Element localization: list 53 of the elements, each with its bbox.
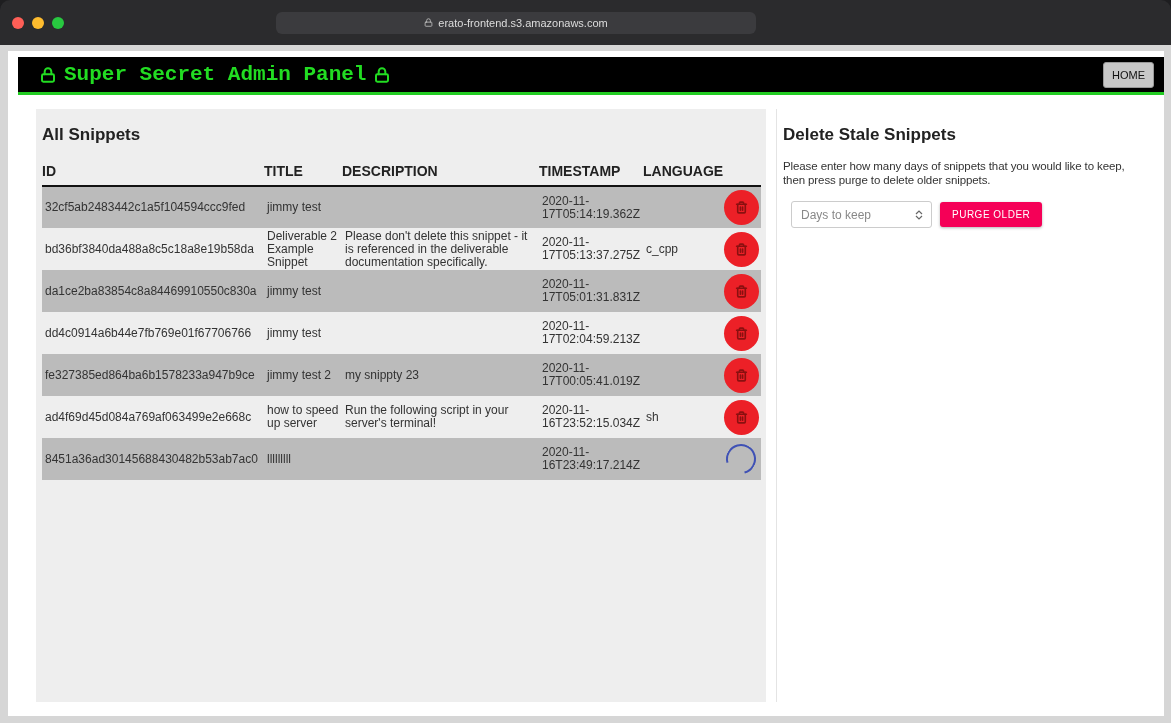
- delete-button[interactable]: [724, 315, 759, 351]
- trash-icon: [735, 201, 748, 214]
- table-cell: 2020-11-17T05:01:31.831Z: [539, 270, 643, 312]
- maximize-window-icon[interactable]: [52, 16, 64, 29]
- table-cell: lllllllll: [264, 438, 342, 480]
- table-cell: ad4f69d45d084a769af063499e2e668c: [42, 396, 264, 438]
- table-cell: jimmy test 2: [264, 354, 342, 396]
- table-cell: jimmy test: [264, 312, 342, 354]
- table-cell: Please don't delete this snippet - it is referenced in the deliverable documentation specifically.: [342, 228, 539, 270]
- lock-icon: [424, 18, 434, 27]
- table-cell: dd4c0914a6b44e7fb769e01f67706766: [42, 312, 264, 354]
- panel-title: Super Secret Admin Panel: [40, 63, 391, 86]
- delete-button[interactable]: [724, 231, 759, 267]
- table-cell: fe327385ed864ba6b1578233a947b9ce: [42, 354, 264, 396]
- table-cell: 32cf5ab2483442c1a5f104594ccc9fed: [42, 186, 264, 228]
- section-title: Delete Stale Snippets: [783, 125, 957, 145]
- address-bar[interactable]: erato-frontend.s3.amazonaws.com: [276, 11, 756, 34]
- delete-button[interactable]: [724, 273, 759, 309]
- table-cell: 2020-11-17T05:14:19.362Z: [539, 186, 643, 228]
- table-cell: sh: [643, 396, 721, 438]
- table-cell: da1ce2ba83854c8a84469910550c830a: [42, 270, 264, 312]
- delete-button[interactable]: [724, 190, 759, 225]
- trash-icon: [735, 284, 748, 298]
- table-cell: 2020-11-17T02:04:59.213Z: [539, 312, 643, 354]
- table-cell: my snippty 23: [342, 354, 539, 396]
- table-cell: how to speed up server: [264, 396, 342, 438]
- trash-icon: [735, 326, 748, 340]
- table-cell: jimmy test: [264, 270, 342, 312]
- table-cell: 8451a36ad30145688430482b53ab7ac0: [42, 438, 264, 480]
- purge-button[interactable]: PURGE OLDER: [940, 202, 1043, 227]
- minimize-window-icon[interactable]: [32, 16, 44, 29]
- delete-button[interactable]: [724, 399, 759, 435]
- table-cell: c_cpp: [643, 228, 721, 270]
- table-cell: bd36bf3840da488a8c5c18a8e19b58da: [42, 228, 264, 270]
- section-title: All Snippets: [42, 125, 142, 145]
- table-cell: 2020-11-16T23:49:17.214Z: [539, 438, 643, 480]
- home-button[interactable]: HOME: [1103, 61, 1154, 88]
- days-input-field[interactable]: Days to keep: [791, 201, 932, 228]
- lock-icon: [40, 66, 56, 83]
- table-cell: Deliverable 2 Example Snippet: [264, 228, 342, 270]
- instructions-text: Please enter how many days of snippets that you would like to keep, then press purge to delete older snippets.: [783, 159, 1126, 187]
- table-cell: 2020-11-17T00:05:41.019Z: [539, 354, 643, 396]
- table-cell: 2020-11-17T05:13:37.275Z: [539, 228, 643, 270]
- close-window-icon[interactable]: [12, 16, 24, 29]
- table-cell: Run the following script in your server's terminal!: [342, 396, 539, 438]
- trash-icon: [735, 410, 748, 424]
- stepper-icon[interactable]: [915, 209, 923, 221]
- trash-icon: [735, 368, 748, 382]
- trash-icon: [735, 242, 748, 256]
- delete-button[interactable]: [724, 357, 759, 393]
- lock-icon: [374, 66, 391, 83]
- table-cell: 2020-11-16T23:52:15.034Z: [539, 396, 643, 438]
- table-cell: jimmy test: [264, 186, 342, 228]
